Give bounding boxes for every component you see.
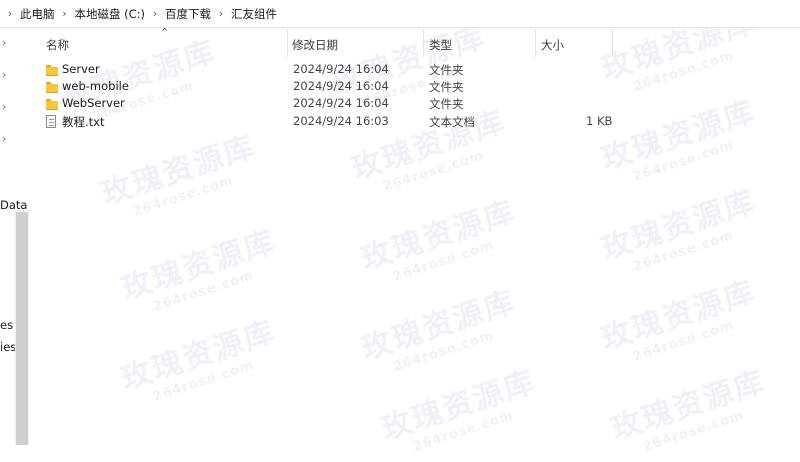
breadcrumb-item-local-disk[interactable]: 本地磁盘 (C:): [73, 6, 148, 22]
sort-ascending-icon: ⌃: [160, 26, 170, 39]
column-header-size[interactable]: 大小: [541, 37, 564, 53]
watermark: 玫瑰资源库 264rose.com: [607, 364, 771, 455]
chevron-right-icon[interactable]: ›: [2, 68, 6, 81]
column-header-modified[interactable]: 修改日期: [292, 37, 338, 53]
watermark: 玫瑰资源库 264rose.com: [377, 364, 541, 455]
column-divider[interactable]: [612, 29, 613, 57]
file-row[interactable]: web-mobile 2024/9/24 16:04 文件夹: [30, 78, 800, 96]
file-type: 文本文档: [429, 115, 475, 129]
chevron-right-icon[interactable]: ›: [57, 7, 73, 20]
folder-icon: [46, 99, 58, 110]
file-modified: 2024/9/24 16:03: [293, 114, 389, 128]
file-row[interactable]: Server 2024/9/24 16:04 文件夹: [30, 61, 800, 79]
chevron-right-icon[interactable]: ›: [147, 7, 163, 20]
watermark: 玫瑰资源库 264rose.com: [117, 224, 281, 315]
breadcrumb-item-baidu-downloads[interactable]: 百度下载: [163, 6, 213, 22]
text-file-icon: [46, 115, 56, 128]
file-type: 文件夹: [429, 80, 464, 94]
file-modified: 2024/9/24 16:04: [293, 62, 389, 76]
file-modified: 2024/9/24 16:04: [293, 79, 389, 93]
file-name: WebServer: [62, 96, 125, 110]
watermark: 玫瑰资源库 264rose.com: [117, 314, 281, 405]
watermark: 玫瑰资源库 264rose.com: [357, 284, 521, 375]
file-name: 教程.txt: [62, 115, 105, 129]
breadcrumb-item-current-folder[interactable]: 汇友组件: [229, 6, 279, 22]
watermark: 玫瑰资源库 264rose.com: [597, 274, 761, 365]
folder-icon: [46, 65, 58, 76]
chevron-right-icon[interactable]: ›: [2, 100, 6, 113]
file-row[interactable]: WebServer 2024/9/24 16:04 文件夹: [30, 95, 800, 113]
chevron-right-icon[interactable]: ›: [2, 132, 6, 145]
breadcrumb: › 此电脑 › 本地磁盘 (C:) › 百度下载 › 汇友组件: [0, 0, 800, 28]
chevron-right-icon[interactable]: ›: [213, 7, 229, 20]
file-name: Server: [62, 62, 100, 76]
nav-item-es[interactable]: es: [0, 318, 13, 332]
column-divider[interactable]: [535, 29, 536, 57]
column-divider[interactable]: [287, 29, 288, 57]
chevron-right-icon[interactable]: ›: [2, 7, 18, 20]
breadcrumb-item-this-pc[interactable]: 此电脑: [18, 6, 57, 22]
file-modified: 2024/9/24 16:04: [293, 96, 389, 110]
file-type: 文件夹: [429, 97, 464, 111]
file-size: 1 KB: [586, 114, 613, 128]
column-header-type[interactable]: 类型: [429, 37, 452, 53]
file-row[interactable]: 教程.txt 2024/9/24 16:03 文本文档 1 KB: [30, 113, 800, 131]
column-divider[interactable]: [423, 29, 424, 57]
nav-scrollbar-thumb[interactable]: [16, 212, 28, 445]
watermark: 玫瑰资源库 264rose.com: [597, 184, 761, 275]
column-header-name[interactable]: 名称: [46, 37, 69, 53]
watermark: 玫瑰资源库 264rose.com: [97, 129, 261, 220]
nav-item-ies[interactable]: ies: [0, 340, 16, 354]
chevron-right-icon[interactable]: ›: [2, 36, 6, 49]
watermark: 玫瑰资源库 264rose.com: [357, 194, 521, 285]
file-type: 文件夹: [429, 63, 464, 77]
file-name: web-mobile: [62, 79, 129, 93]
column-header-row: ⌃ 名称 修改日期 类型 大小: [30, 26, 800, 57]
folder-icon: [46, 82, 58, 93]
